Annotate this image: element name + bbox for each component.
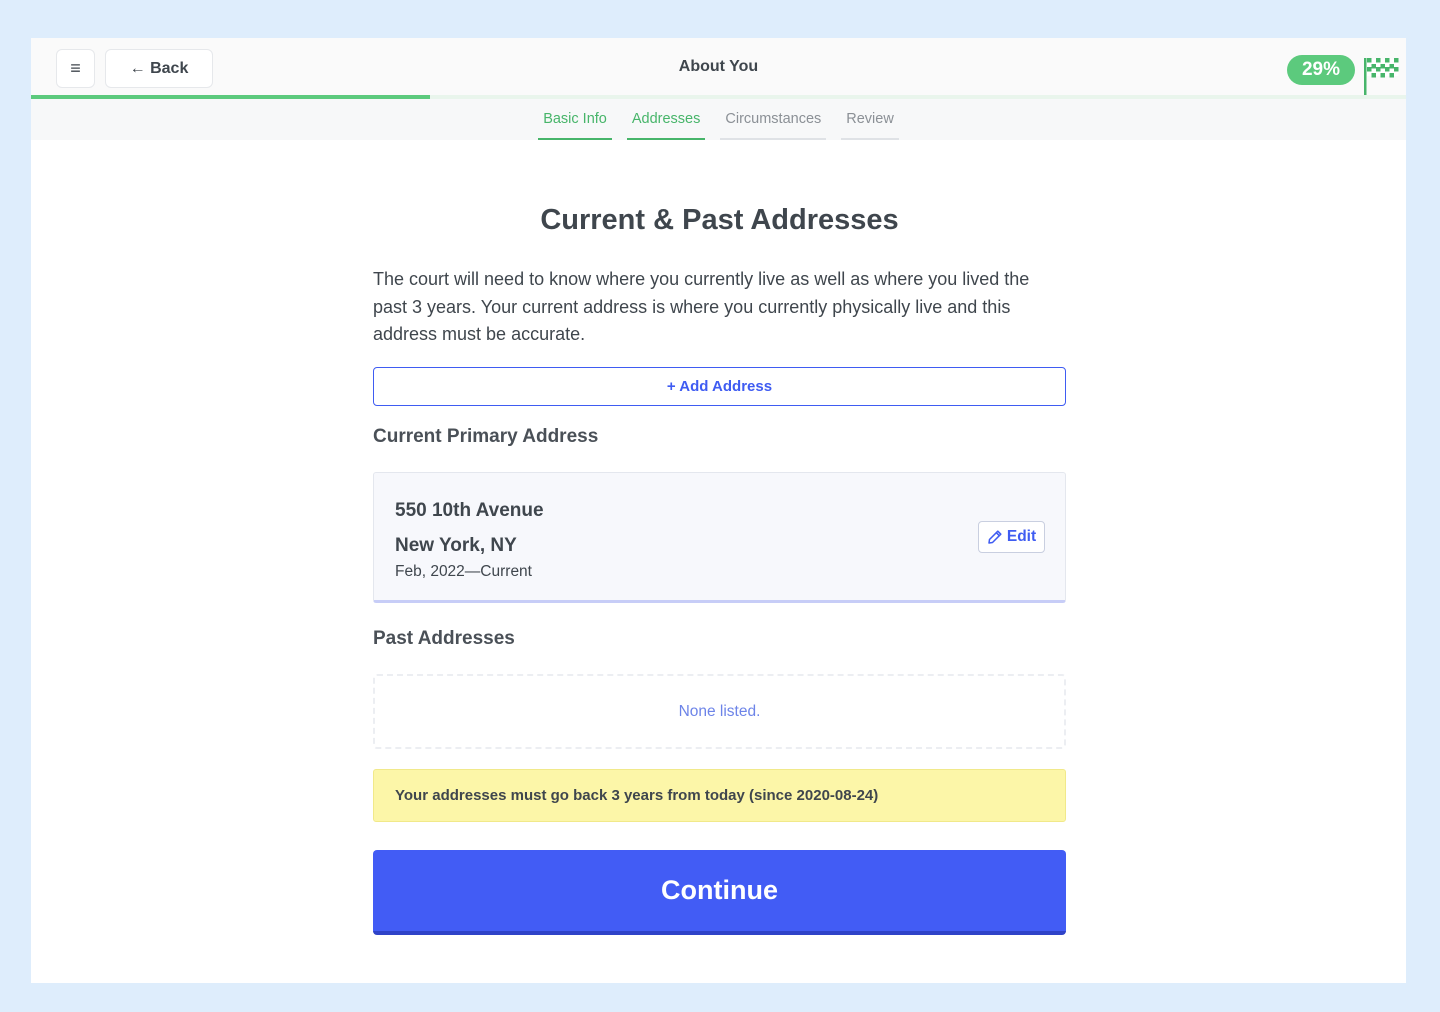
- address-dates: Feb, 2022—Current: [395, 563, 532, 580]
- edit-address-button[interactable]: Edit: [978, 521, 1045, 553]
- tab-circumstances[interactable]: Circumstances: [720, 111, 827, 140]
- top-bar: ≡ ← Back About You 29%: [31, 38, 1406, 99]
- date-range-warning: Your addresses must go back 3 years from…: [373, 769, 1066, 822]
- pencil-icon: [988, 530, 1002, 544]
- app-frame: ≡ ← Back About You 29% Basic Info Address…: [31, 38, 1406, 983]
- tab-basic-info[interactable]: Basic Info: [538, 111, 612, 140]
- section-heading: Current & Past Addresses: [540, 204, 899, 236]
- page-title: About You: [678, 58, 759, 75]
- past-addresses-empty: None listed.: [373, 674, 1066, 749]
- intro-text: The court will need to know where you cu…: [373, 269, 1030, 344]
- warning-text: Your addresses must go back 3 years from…: [395, 787, 879, 804]
- tab-addresses[interactable]: Addresses: [626, 111, 706, 140]
- edit-button-label: Edit: [1006, 528, 1037, 545]
- address-line-2: New York, NY: [395, 535, 517, 556]
- checkered-flag-icon: [1364, 58, 1399, 98]
- step-tabs: Basic Info Addresses Circumstances Review: [31, 111, 1406, 140]
- empty-state-text: None listed.: [678, 702, 761, 720]
- past-addresses-label: Past Addresses: [373, 628, 515, 649]
- add-address-button[interactable]: + Add Address: [373, 367, 1066, 406]
- tab-review[interactable]: Review: [841, 111, 899, 140]
- continue-button[interactable]: Continue: [373, 850, 1066, 935]
- current-address-card: 550 10th Avenue New York, NY Feb, 2022—C…: [373, 472, 1066, 603]
- progress-percent-badge: 29%: [1287, 55, 1355, 85]
- step-tabs-bar: Basic Info Addresses Circumstances Review: [31, 99, 1406, 140]
- address-line-1: 550 10th Avenue: [395, 500, 544, 521]
- current-address-label: Current Primary Address: [373, 426, 599, 447]
